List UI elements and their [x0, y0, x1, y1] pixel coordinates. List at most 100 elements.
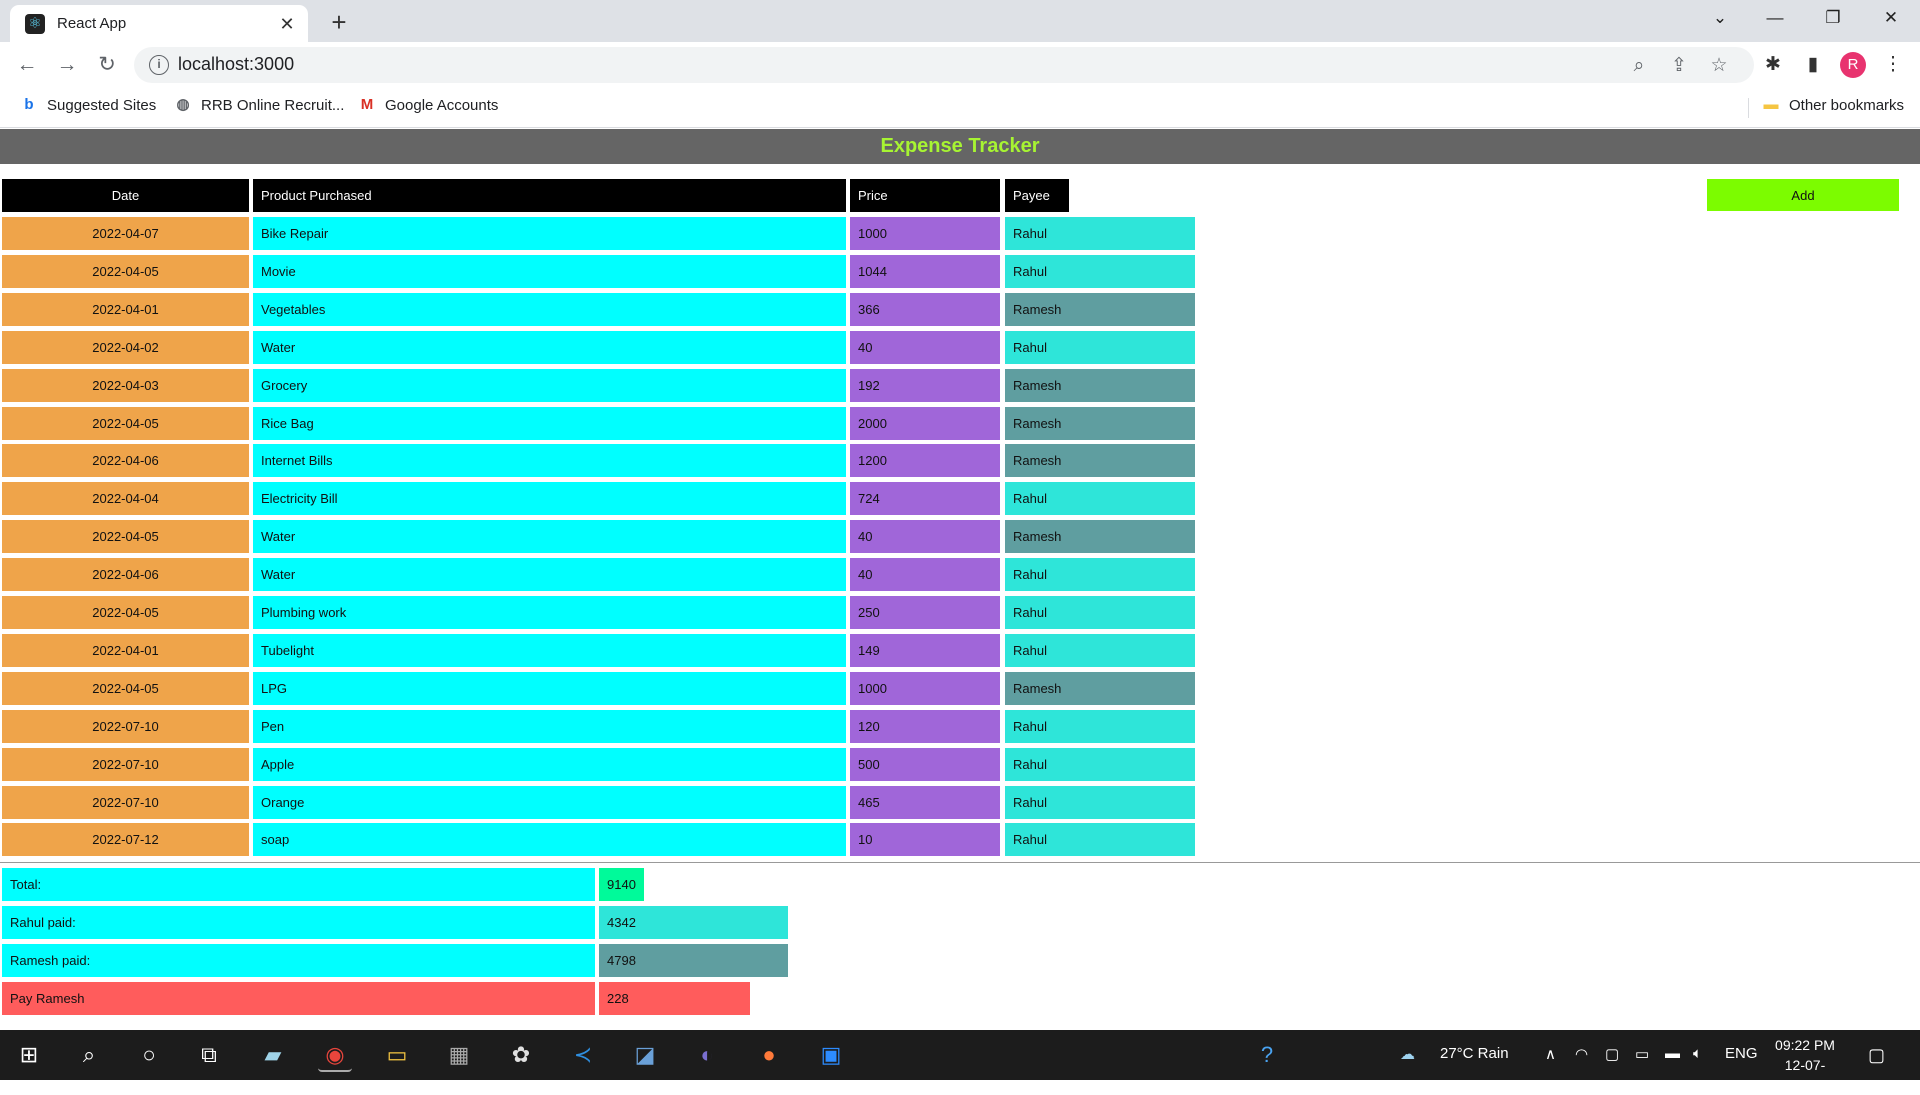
cell-product: soap [253, 823, 846, 856]
notifications-icon[interactable]: ▢ [1868, 1045, 1885, 1066]
header-payee: Payee [1005, 179, 1069, 212]
tab-search-icon[interactable]: ⌄ [1695, 0, 1745, 36]
bookmark-label: RRB Online Recruit... [201, 96, 345, 114]
notes-app-icon[interactable]: ▰ [256, 1038, 290, 1072]
clock[interactable]: 09:22 PM 12-07-2022 [1770, 1035, 1840, 1095]
restore-icon[interactable]: ❐ [1808, 0, 1858, 36]
reload-icon[interactable]: ↻ [92, 50, 122, 80]
pay-ramesh-value: 228 [599, 982, 750, 1015]
url-text: localhost:3000 [178, 54, 295, 74]
cell-price: 250 [850, 596, 1000, 629]
extensions-icon[interactable]: ✱ [1760, 52, 1786, 78]
eclipse-icon[interactable]: ◐ [690, 1038, 724, 1072]
cell-payee: Ramesh [1005, 407, 1195, 440]
cortana-icon[interactable]: ○ [132, 1038, 166, 1072]
menu-icon[interactable]: ⋮ [1880, 52, 1906, 78]
close-icon[interactable]: ✕ [276, 13, 298, 35]
cell-product: Grocery [253, 369, 846, 402]
paint-icon[interactable]: ✿ [504, 1038, 538, 1072]
cell-payee: Rahul [1005, 217, 1195, 250]
header-product: Product Purchased [253, 179, 846, 212]
zoom-icon[interactable]: ⌕ [1626, 53, 1652, 79]
cell-payee: Rahul [1005, 634, 1195, 667]
cell-date: 2022-07-10 [2, 786, 249, 819]
chrome-icon[interactable]: ◉ [318, 1038, 352, 1072]
cell-date: 2022-04-03 [2, 369, 249, 402]
react-icon: ⚛ [25, 13, 45, 34]
zoom-app-icon[interactable]: ▣ [814, 1038, 848, 1072]
cell-payee: Rahul [1005, 823, 1195, 856]
cell-payee: Ramesh [1005, 293, 1195, 326]
tab-title: React App [57, 15, 127, 32]
tab-react-app[interactable]: ⚛ React App ✕ [10, 5, 308, 42]
total-value: 9140 [599, 868, 644, 901]
cell-price: 149 [850, 634, 1000, 667]
cell-date: 2022-04-05 [2, 255, 249, 288]
cell-price: 2000 [850, 407, 1000, 440]
display-icon[interactable]: ▭ [1635, 1045, 1649, 1063]
cell-date: 2022-07-12 [2, 823, 249, 856]
cell-payee: Rahul [1005, 482, 1195, 515]
chevron-up-icon[interactable]: ∧ [1545, 1045, 1556, 1063]
cell-product: Electricity Bill [253, 482, 846, 515]
cell-product: Orange [253, 786, 846, 819]
cell-product: Pen [253, 710, 846, 743]
add-button[interactable]: Add [1707, 179, 1899, 211]
info-icon[interactable]: i [149, 55, 169, 75]
battery-icon[interactable]: ▬ [1665, 1045, 1680, 1062]
windows-start-icon[interactable]: ⊞ [12, 1038, 46, 1072]
bookmark-suggested-sites[interactable]: b Suggested Sites [20, 96, 156, 114]
cell-product: Water [253, 331, 846, 364]
ramesh-paid-value: 4798 [599, 944, 788, 977]
clock-date: 12-07-2022 [1784, 1057, 1826, 1093]
sql-tool-icon[interactable]: ◪ [628, 1038, 662, 1072]
task-view-icon[interactable]: ⧉ [192, 1038, 226, 1072]
help-icon[interactable]: ? [1250, 1038, 1284, 1072]
cell-payee: Ramesh [1005, 520, 1195, 553]
cell-payee: Rahul [1005, 331, 1195, 364]
browser-toolbar: ← → ↻ i localhost:3000 ⌕ ⇪ ☆ ✱ ▮ R ⋮ [0, 42, 1920, 88]
cell-date: 2022-04-02 [2, 331, 249, 364]
bookmark-separator [1748, 98, 1749, 118]
cell-price: 40 [850, 331, 1000, 364]
vscode-icon[interactable]: ≺ [566, 1038, 600, 1072]
share-icon[interactable]: ⇪ [1666, 53, 1692, 79]
cell-payee: Rahul [1005, 558, 1195, 591]
volume-icon[interactable]: 🔈︎ [1693, 1045, 1702, 1062]
minimize-icon[interactable]: — [1750, 0, 1800, 36]
other-bookmarks[interactable]: ▬ Other bookmarks [1762, 96, 1905, 114]
cell-product: Plumbing work [253, 596, 846, 629]
wifi-icon[interactable]: ◠ [1575, 1045, 1588, 1063]
rahul-paid-value: 4342 [599, 906, 788, 939]
bookmark-rrb[interactable]: ◍ RRB Online Recruit... [174, 96, 344, 114]
cell-product: Water [253, 520, 846, 553]
page-title: Expense Tracker [0, 129, 1920, 164]
postman-icon[interactable]: ● [752, 1038, 786, 1072]
rahul-paid-label: Rahul paid: [2, 906, 595, 939]
network-icon[interactable]: ▢ [1605, 1045, 1619, 1063]
gmail-icon: M [360, 96, 374, 113]
header-price: Price [850, 179, 1000, 212]
address-bar[interactable]: i localhost:3000 ⌕ ⇪ ☆ [134, 47, 1754, 83]
cell-price: 500 [850, 748, 1000, 781]
cell-date: 2022-04-07 [2, 217, 249, 250]
back-icon[interactable]: ← [12, 50, 42, 80]
cell-payee: Rahul [1005, 710, 1195, 743]
side-panel-icon[interactable]: ▮ [1800, 52, 1826, 78]
avatar[interactable]: R [1840, 52, 1866, 78]
star-icon[interactable]: ☆ [1706, 53, 1732, 79]
expense-tracker-app: Expense Tracker Date Product Purchased P… [0, 129, 1920, 1030]
language-indicator[interactable]: ENG [1725, 1045, 1758, 1062]
forward-icon[interactable]: → [52, 50, 82, 80]
search-icon[interactable]: ⌕ [72, 1038, 106, 1072]
weather-text[interactable]: 27°C Rain [1440, 1045, 1509, 1062]
file-explorer-icon[interactable]: ▭ [380, 1038, 414, 1072]
new-tab-icon[interactable]: + [325, 8, 353, 36]
weather-icon[interactable]: ☁ [1400, 1045, 1415, 1063]
cell-payee: Ramesh [1005, 444, 1195, 477]
close-window-icon[interactable]: ✕ [1866, 0, 1916, 36]
cell-date: 2022-04-05 [2, 520, 249, 553]
calculator-icon[interactable]: ▦ [442, 1038, 476, 1072]
taskbar: ⊞ ⌕ ○ ⧉ ▰ ◉ ▭ ▦ ✿ ≺ ◪ ◐ ● ▣ ? ☁ 27°C Rai… [0, 1030, 1920, 1093]
bookmark-google-accounts[interactable]: M Google Accounts [358, 96, 499, 114]
